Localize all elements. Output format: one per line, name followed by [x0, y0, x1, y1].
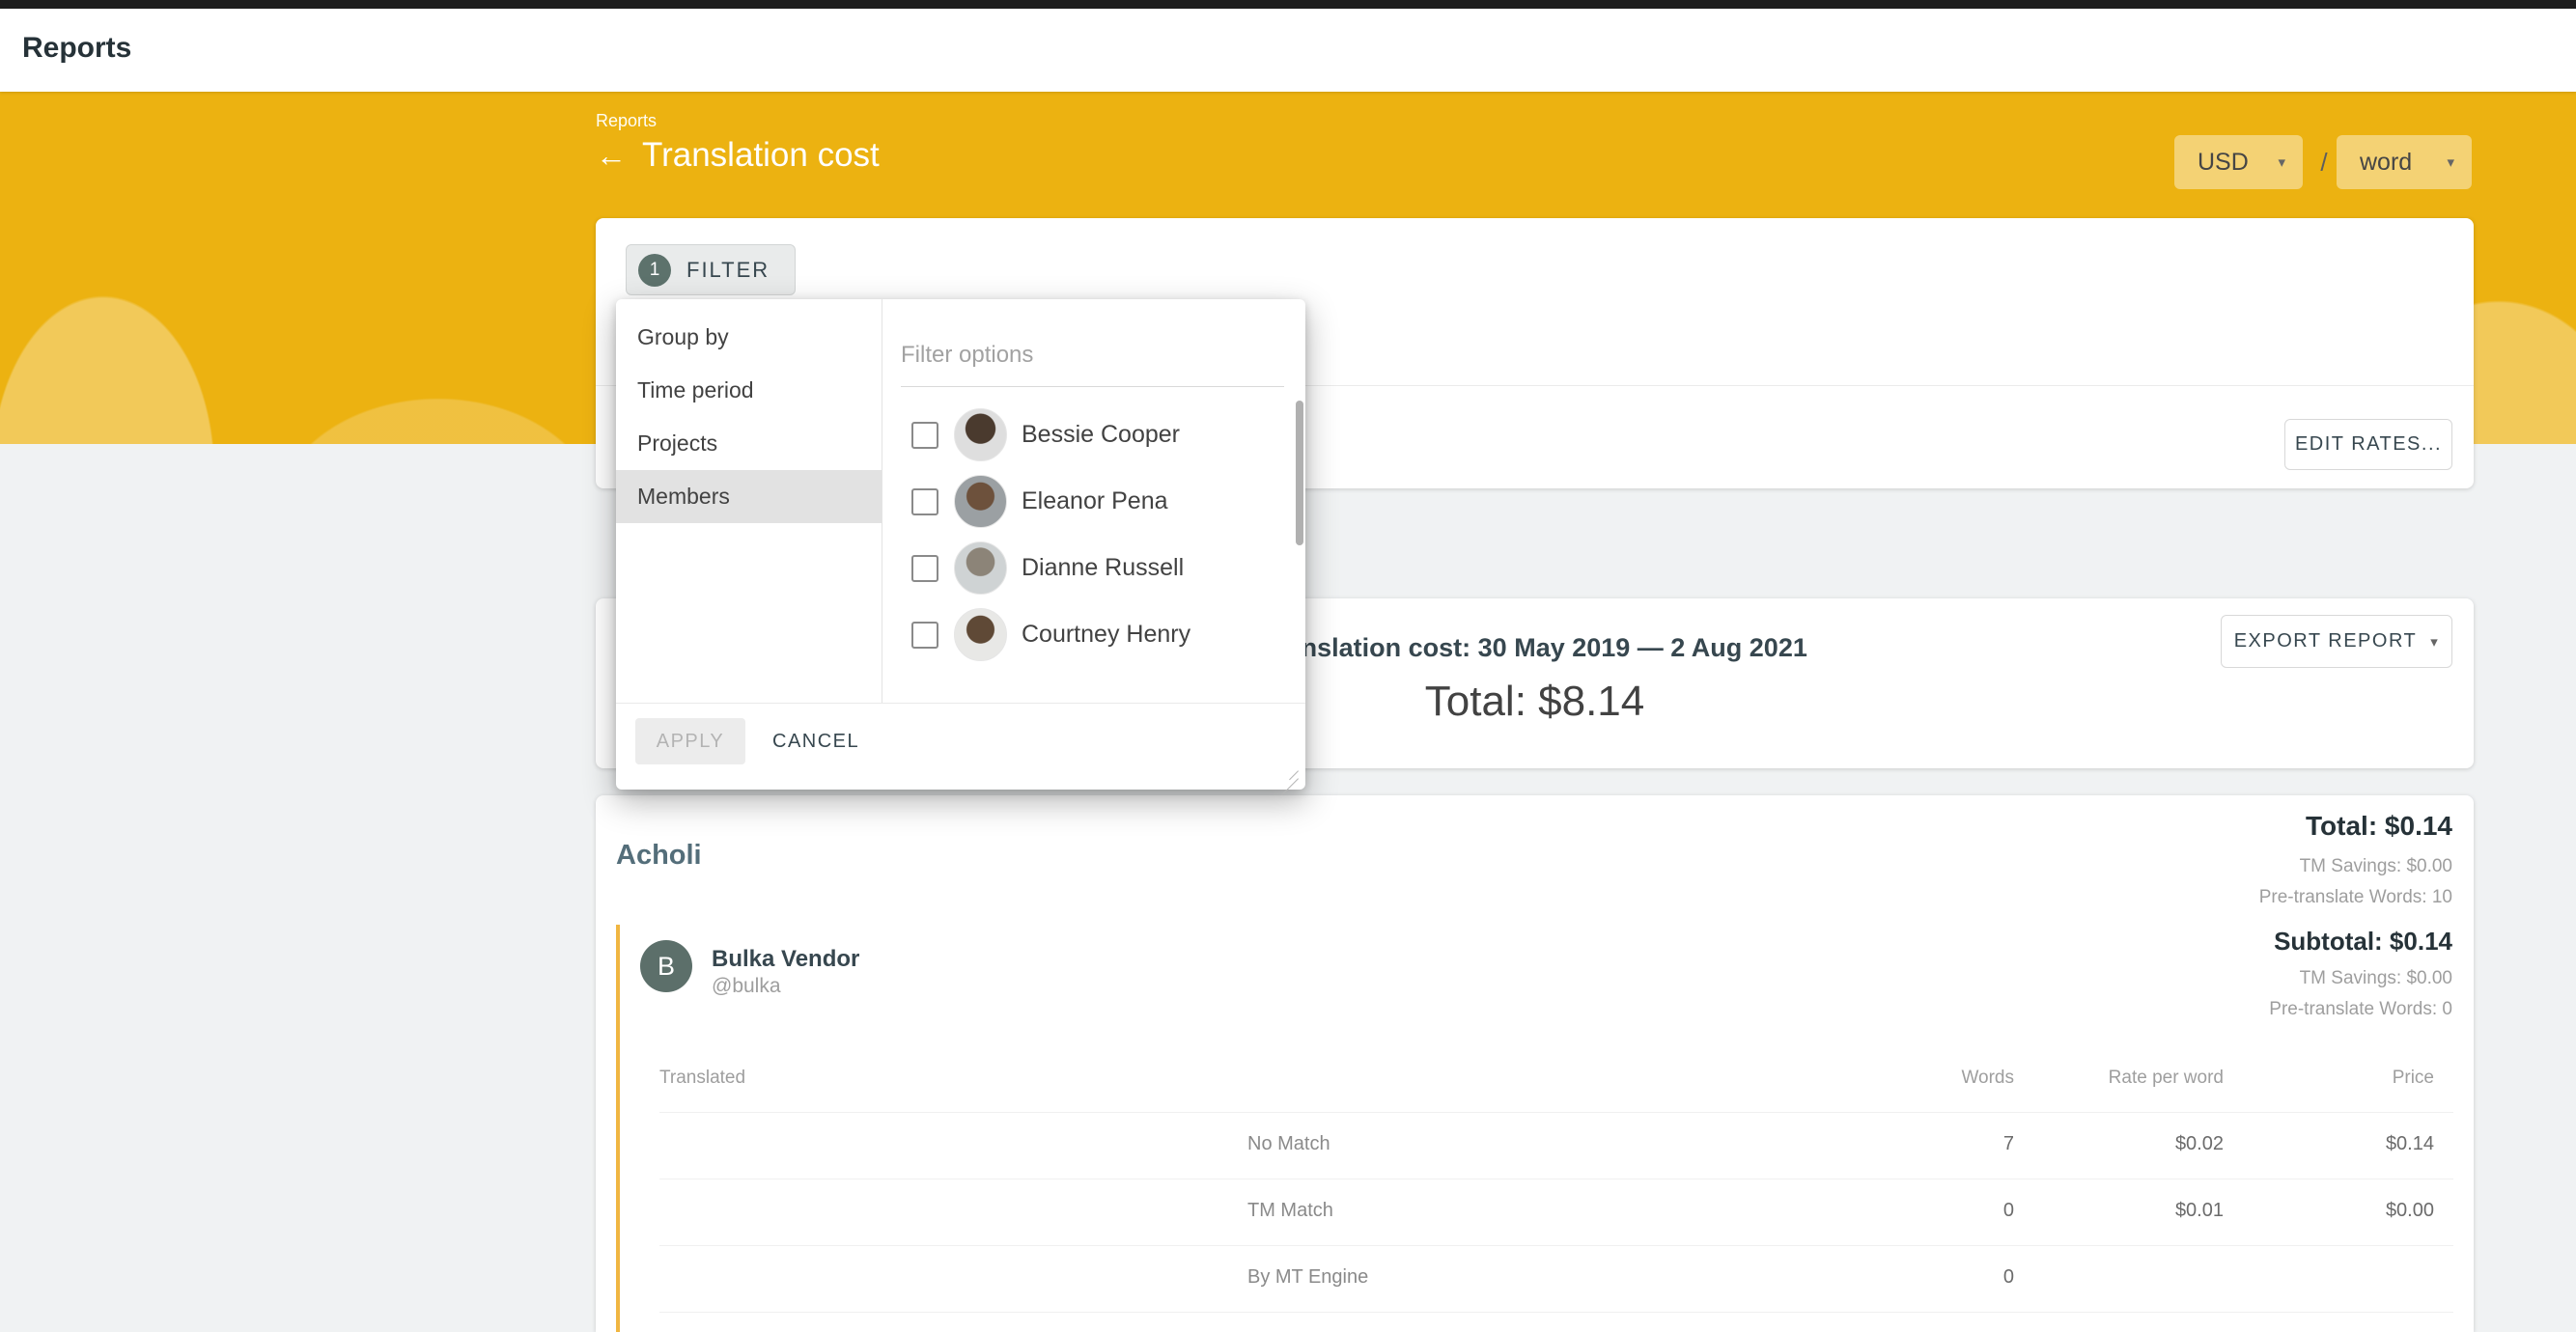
table-cell-rate: $0.01: [2175, 1200, 2224, 1222]
vendor-pretranslate-words: Pre-translate Words: 0: [2269, 999, 2452, 1020]
resize-handle[interactable]: [1277, 762, 1299, 783]
filter-category-group-by[interactable]: Group by: [616, 311, 882, 364]
chevron-down-icon: ▾: [2430, 633, 2439, 651]
filter-category-members[interactable]: Members: [616, 470, 882, 523]
member-list: Bessie Cooper Eleanor Pena Dianne Russel…: [882, 402, 1292, 668]
table-cell-words: 7: [2003, 1133, 2014, 1155]
language-section-card: Acholi Total: $0.14 TM Savings: $0.00 Pr…: [596, 795, 2474, 1332]
currency-value: USD: [2198, 149, 2249, 177]
checkbox[interactable]: [911, 555, 938, 582]
apply-button[interactable]: APPLY: [635, 718, 745, 764]
table-row-label: No Match: [1247, 1133, 1330, 1155]
vendor-tm-savings: TM Savings: $0.00: [2300, 968, 2452, 989]
language-total: Total: $0.14: [2306, 811, 2452, 842]
filter-count-badge: 1: [638, 254, 671, 287]
filter-button-label: FILTER: [686, 258, 770, 283]
vendor-subtotal: Subtotal: $0.14: [2274, 927, 2452, 957]
language-name: Acholi: [616, 840, 702, 872]
avatar-courtney-henry: [954, 608, 1007, 661]
table-header-words: Words: [1961, 1068, 2014, 1089]
filter-button[interactable]: 1 FILTER: [626, 244, 796, 295]
table-cell-words: 0: [2003, 1200, 2014, 1222]
vendor-username: @bulka: [712, 975, 781, 998]
export-report-button[interactable]: EXPORT REPORT ▾: [2221, 615, 2452, 668]
language-tm-savings: TM Savings: $0.00: [2300, 856, 2452, 877]
filter-category-projects[interactable]: Projects: [616, 417, 882, 470]
popup-scrollbar[interactable]: [1296, 401, 1303, 545]
table-row-label: TM Match: [1247, 1200, 1333, 1222]
member-row-bessie-cooper[interactable]: Bessie Cooper: [882, 402, 1292, 468]
edit-rates-label: EDIT RATES...: [2295, 433, 2442, 456]
chevron-down-icon: ▾: [2447, 153, 2454, 171]
edit-rates-button[interactable]: EDIT RATES...: [2284, 419, 2452, 470]
filter-category-time-period[interactable]: Time period: [616, 364, 882, 417]
table-header-price: Price: [2393, 1068, 2434, 1089]
table-divider: [659, 1245, 2453, 1246]
avatar-bessie-cooper: [954, 408, 1007, 461]
filter-category-list: Group by Time period Projects Members: [616, 311, 882, 523]
back-arrow-icon[interactable]: ←: [596, 140, 627, 171]
table-divider: [659, 1112, 2453, 1113]
unit-select[interactable]: word ▾: [2337, 135, 2472, 189]
currency-select[interactable]: USD ▾: [2174, 135, 2303, 189]
member-name: Dianne Russell: [1022, 554, 1184, 582]
report-title: Translation cost: [642, 136, 880, 175]
chevron-down-icon: ▾: [2278, 153, 2285, 171]
vendor-accent-border: [616, 925, 620, 1332]
member-row-dianne-russell[interactable]: Dianne Russell: [882, 535, 1292, 601]
window-top-strip: [0, 0, 2576, 9]
filter-options-input[interactable]: [901, 332, 1277, 378]
member-name: Eleanor Pena: [1022, 487, 1168, 515]
table-cell-price: $0.00: [2386, 1200, 2434, 1222]
breadcrumb[interactable]: Reports: [596, 111, 657, 131]
checkbox[interactable]: [911, 488, 938, 515]
table-cell-words: 0: [2003, 1266, 2014, 1289]
table-cell-price: $0.14: [2386, 1133, 2434, 1155]
table-header-translated: Translated: [659, 1068, 745, 1089]
table-header-rate: Rate per word: [2109, 1068, 2224, 1089]
currency-unit-separator: /: [2313, 135, 2335, 189]
export-report-label: EXPORT REPORT: [2234, 630, 2418, 652]
checkbox[interactable]: [911, 622, 938, 649]
table-divider: [659, 1312, 2453, 1313]
avatar-dianne-russell: [954, 541, 1007, 595]
cancel-button[interactable]: CANCEL: [772, 718, 859, 764]
checkbox[interactable]: [911, 422, 938, 449]
vendor-name: Bulka Vendor: [712, 946, 859, 973]
filter-popup: Group by Time period Projects Members Be…: [616, 299, 1305, 790]
avatar-eleanor-pena: [954, 475, 1007, 528]
member-name: Bessie Cooper: [1022, 421, 1180, 449]
page-title: Reports: [22, 32, 131, 65]
language-pretranslate-words: Pre-translate Words: 10: [2259, 887, 2452, 908]
unit-value: word: [2360, 149, 2412, 177]
popup-footer-divider: [616, 703, 1305, 704]
table-cell-rate: $0.02: [2175, 1133, 2224, 1155]
vendor-avatar: B: [640, 940, 692, 992]
member-name: Courtney Henry: [1022, 621, 1190, 649]
table-row-label: By MT Engine: [1247, 1266, 1368, 1289]
input-underline: [901, 386, 1284, 387]
member-row-courtney-henry[interactable]: Courtney Henry: [882, 601, 1292, 668]
app-bar: Reports: [0, 9, 2576, 92]
member-row-eleanor-pena[interactable]: Eleanor Pena: [882, 468, 1292, 535]
